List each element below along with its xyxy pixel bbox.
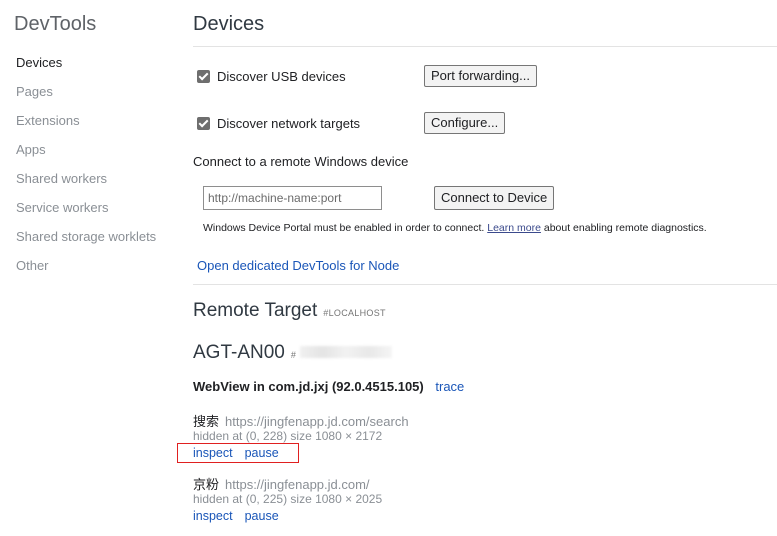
sidebar: DevTools Devices Pages Extensions Apps S… xyxy=(0,0,178,536)
sidebar-item-apps[interactable]: Apps xyxy=(16,142,46,157)
discover-network-option[interactable]: Discover network targets xyxy=(197,116,360,131)
configure-button[interactable]: Configure... xyxy=(424,112,506,134)
learn-more-link[interactable]: Learn more xyxy=(487,222,541,234)
page-title: Devices xyxy=(193,13,265,35)
trace-link[interactable]: trace xyxy=(435,379,464,394)
device-portal-note: Windows Device Portal must be enabled in… xyxy=(203,222,707,234)
webview-label: WebView in com.jd.jxj (92.0.4515.105) xyxy=(193,379,424,394)
page-actions: inspect pause xyxy=(193,509,291,523)
sidebar-item-shared-workers[interactable]: Shared workers xyxy=(16,171,107,186)
remote-target-heading: Remote Target #LOCALHOST xyxy=(193,300,386,322)
sidebar-item-other[interactable]: Other xyxy=(16,258,49,273)
page-url: https://jingfenapp.jd.com/ xyxy=(225,477,370,492)
page-meta: hidden at (0, 225) size 1080 × 2025 xyxy=(193,492,383,506)
remote-target-title: Remote Target xyxy=(193,300,318,321)
note-text: Windows Device Portal must be enabled in… xyxy=(203,222,485,234)
page-title: 京粉 xyxy=(193,477,220,492)
sidebar-item-pages[interactable]: Pages xyxy=(16,84,53,99)
discover-usb-label: Discover USB devices xyxy=(217,69,346,84)
discover-usb-option[interactable]: Discover USB devices xyxy=(197,69,346,84)
machine-address-input[interactable] xyxy=(203,186,382,210)
note-text-after: about enabling remote diagnostics. xyxy=(543,222,707,234)
page-entry: 搜索 https://jingfenapp.jd.com/search xyxy=(193,411,409,430)
pause-link[interactable]: pause xyxy=(245,509,279,523)
remote-windows-label: Connect to a remote Windows device xyxy=(193,154,409,169)
port-forwarding-button[interactable]: Port forwarding... xyxy=(424,65,537,87)
page-entry: 京粉 https://jingfenapp.jd.com/ xyxy=(193,474,370,493)
open-node-devtools-link[interactable]: Open dedicated DevTools for Node xyxy=(197,258,399,273)
highlight-box xyxy=(177,443,299,463)
device-name: AGT-AN00 xyxy=(193,342,285,363)
main-panel: Devices Discover USB devices Port forwar… xyxy=(177,0,777,536)
device-heading: AGT-AN00 # xyxy=(193,342,392,364)
page-title: 搜索 xyxy=(193,414,220,429)
sidebar-item-extensions[interactable]: Extensions xyxy=(16,113,80,128)
sidebar-item-devices[interactable]: Devices xyxy=(16,55,62,70)
divider xyxy=(193,284,777,285)
page-url: https://jingfenapp.jd.com/search xyxy=(225,414,409,429)
app-title: DevTools xyxy=(14,13,97,35)
device-serial: # xyxy=(290,350,296,360)
discover-network-label: Discover network targets xyxy=(217,116,361,131)
sidebar-item-shared-storage-worklets[interactable]: Shared storage worklets xyxy=(16,229,156,244)
sidebar-item-service-workers[interactable]: Service workers xyxy=(16,200,108,215)
discover-usb-checkbox[interactable] xyxy=(197,70,210,83)
connect-to-device-button[interactable]: Connect to Device xyxy=(434,186,555,210)
redacted-serial xyxy=(299,346,392,358)
page-meta: hidden at (0, 228) size 1080 × 2172 xyxy=(193,429,383,443)
remote-target-tag: #LOCALHOST xyxy=(323,308,386,318)
divider xyxy=(193,46,777,47)
webview-row: WebView in com.jd.jxj (92.0.4515.105) tr… xyxy=(193,379,464,394)
inspect-link[interactable]: inspect xyxy=(193,509,233,523)
discover-network-checkbox[interactable] xyxy=(197,117,210,130)
